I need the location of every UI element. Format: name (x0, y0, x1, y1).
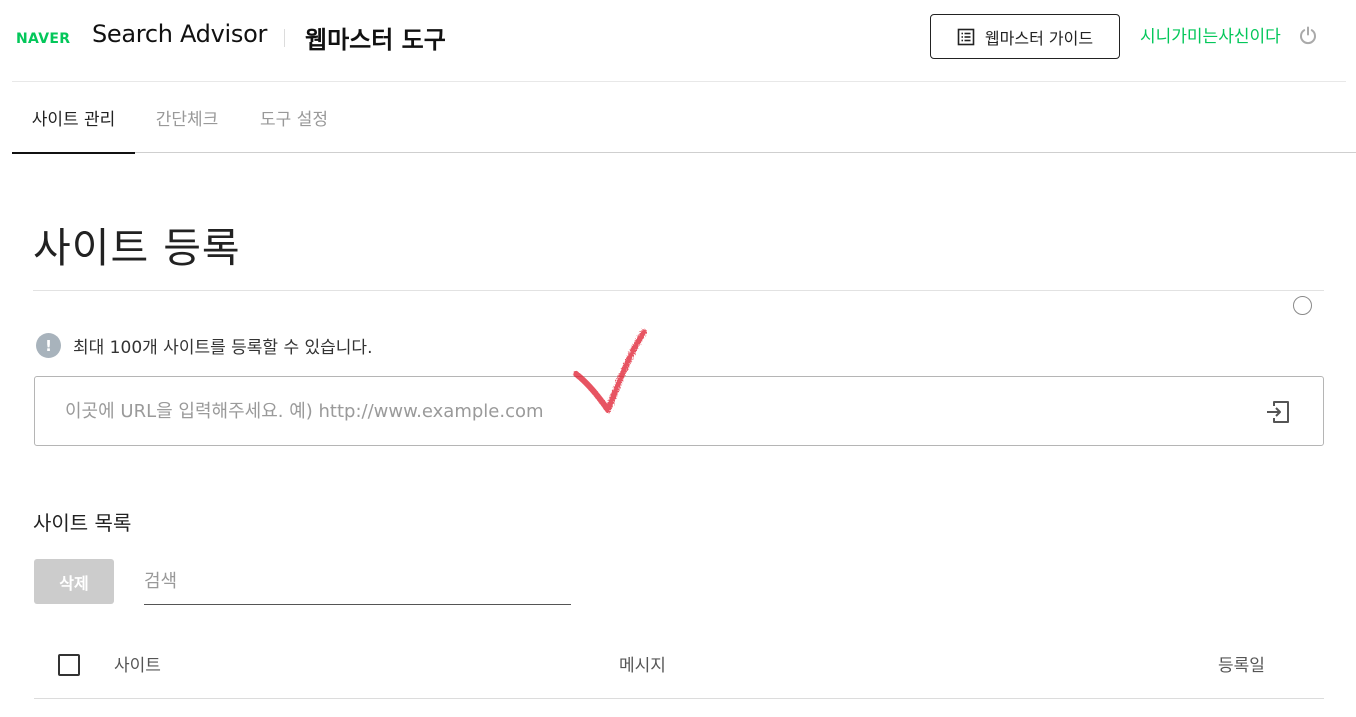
info-notice: ! 최대 100개 사이트를 등록할 수 있습니다. (36, 333, 372, 358)
tool-name[interactable]: 웹마스터 도구 (305, 20, 446, 55)
column-message: 메시지 (619, 656, 666, 676)
title-divider (33, 290, 1324, 291)
search-field (144, 560, 571, 605)
header: NAVER Search Advisor 웹마스터 도구 웹마스터 가이드 시니… (12, 0, 1346, 82)
main-tabs: 사이트 관리 간단체크 도구 설정 (12, 82, 1356, 154)
url-field (34, 376, 1324, 446)
enter-icon[interactable] (1265, 399, 1291, 425)
page-title: 사이트 등록 (33, 224, 241, 272)
header-divider (284, 29, 285, 47)
info-text: 최대 100개 사이트를 등록할 수 있습니다. (73, 338, 373, 358)
search-input[interactable] (144, 560, 571, 603)
webmaster-guide-button[interactable]: 웹마스터 가이드 (930, 14, 1120, 59)
info-icon: ! (36, 333, 61, 358)
delete-button[interactable]: 삭제 (34, 559, 114, 604)
column-registered-date: 등록일 (1218, 656, 1265, 676)
table-header: 사이트 메시지 등록일 (34, 625, 1324, 699)
tab-site-management[interactable]: 사이트 관리 (12, 82, 135, 154)
url-input[interactable] (63, 377, 1243, 445)
select-all-checkbox[interactable] (58, 654, 80, 676)
tab-simple-check[interactable]: 간단체크 (155, 82, 219, 153)
power-icon[interactable] (1298, 25, 1318, 45)
naver-logo[interactable]: NAVER (16, 31, 70, 47)
webmaster-guide-label: 웹마스터 가이드 (984, 28, 1094, 48)
service-name[interactable]: Search Advisor (92, 20, 267, 48)
document-list-icon (957, 28, 975, 45)
tab-tool-settings[interactable]: 도구 설정 (259, 82, 329, 153)
site-list-title: 사이트 목록 (33, 511, 132, 535)
loading-circle-icon (1293, 296, 1312, 315)
column-site: 사이트 (114, 656, 161, 676)
user-name[interactable]: 시니가미는사신이다 (1140, 22, 1281, 47)
